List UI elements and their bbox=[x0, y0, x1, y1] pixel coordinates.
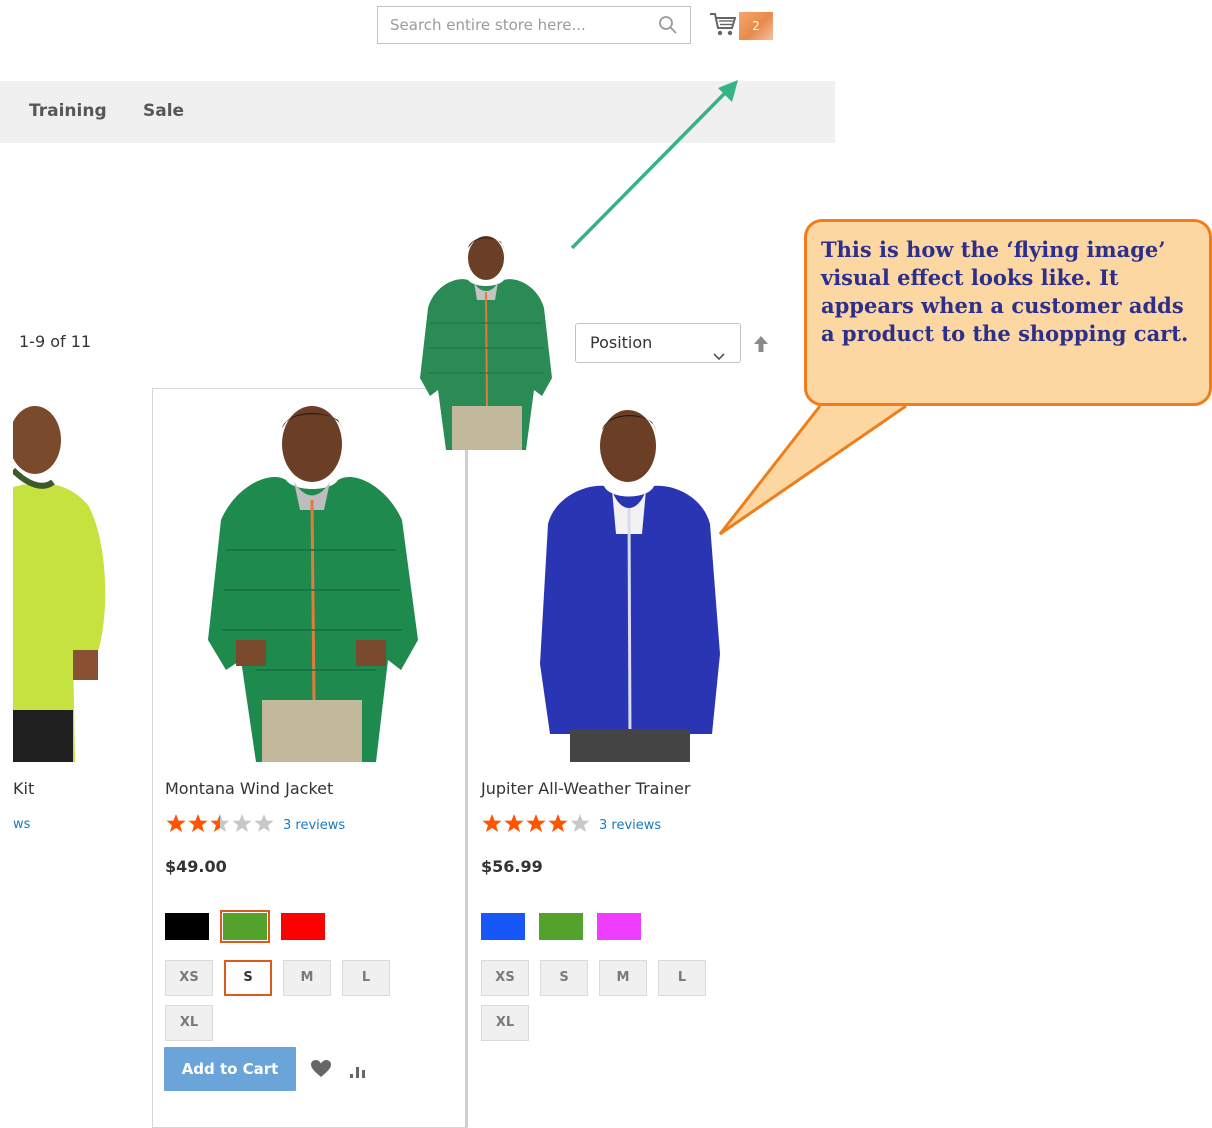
size-option-s[interactable]: S bbox=[224, 960, 272, 996]
star-icon bbox=[525, 813, 547, 837]
callout-pointer bbox=[718, 404, 907, 536]
product-rating: 3 reviews bbox=[165, 813, 345, 837]
star-icon bbox=[481, 813, 503, 837]
product-image[interactable] bbox=[520, 404, 730, 762]
sort-by-select[interactable]: Position bbox=[575, 323, 741, 363]
rating-stars bbox=[481, 813, 591, 837]
size-option-l[interactable]: L bbox=[342, 960, 390, 996]
size-option-l[interactable]: L bbox=[658, 960, 706, 996]
compare-icon[interactable] bbox=[348, 1061, 370, 1083]
rating-stars bbox=[165, 813, 275, 837]
cart-icon[interactable] bbox=[708, 10, 738, 42]
heart-icon[interactable] bbox=[310, 1059, 332, 1083]
reviews-link[interactable]: ws bbox=[13, 817, 30, 832]
product-price: $49.00 bbox=[165, 857, 227, 876]
nav-item-training[interactable]: Training bbox=[29, 101, 107, 121]
size-option-xs[interactable]: XS bbox=[165, 960, 213, 996]
search-icon[interactable] bbox=[658, 15, 678, 39]
product-name[interactable]: Montana Wind Jacket bbox=[165, 779, 333, 798]
size-option-m[interactable]: M bbox=[283, 960, 331, 996]
nav-item-sale[interactable]: Sale bbox=[143, 101, 184, 121]
product-name[interactable]: Jupiter All-Weather Trainer bbox=[481, 779, 690, 798]
size-option-xs[interactable]: XS bbox=[481, 960, 529, 996]
star-icon bbox=[503, 813, 525, 837]
star-icon bbox=[165, 813, 187, 837]
callout-text: This is how the ‘flying image’ visual ef… bbox=[821, 237, 1189, 346]
annotation-callout: This is how the ‘flying image’ visual ef… bbox=[804, 219, 1212, 406]
cart-count-badge[interactable]: 2 bbox=[739, 12, 773, 40]
reviews-link[interactable]: 3 reviews bbox=[599, 818, 661, 833]
color-swatch[interactable] bbox=[165, 913, 209, 940]
color-swatch[interactable] bbox=[481, 913, 525, 940]
flying-direction-arrow bbox=[570, 80, 738, 250]
size-option-s[interactable]: S bbox=[540, 960, 588, 996]
product-image[interactable] bbox=[13, 390, 133, 762]
star-icon bbox=[547, 813, 569, 837]
sort-selected-label: Position bbox=[590, 333, 653, 352]
product-price: $56.99 bbox=[481, 857, 543, 876]
search-box[interactable] bbox=[377, 6, 691, 44]
size-option-m[interactable]: M bbox=[599, 960, 647, 996]
color-swatch[interactable] bbox=[220, 910, 270, 943]
reviews-link[interactable]: 3 reviews bbox=[283, 818, 345, 833]
toolbar-amount: 1-9 of 11 bbox=[19, 332, 92, 351]
color-swatch[interactable] bbox=[539, 913, 583, 940]
star-icon bbox=[187, 813, 209, 837]
product-rating: 3 reviews bbox=[481, 813, 661, 837]
size-option-xl[interactable]: XL bbox=[165, 1005, 213, 1041]
flying-product-image bbox=[416, 228, 556, 450]
add-to-cart-button[interactable]: Add to Cart bbox=[164, 1047, 296, 1091]
size-option-xl[interactable]: XL bbox=[481, 1005, 529, 1041]
star-icon bbox=[231, 813, 253, 837]
product-name[interactable]: Kit bbox=[13, 779, 34, 798]
sort-arrow-up-icon[interactable] bbox=[752, 334, 770, 358]
star-icon bbox=[209, 813, 231, 837]
star-icon bbox=[569, 813, 591, 837]
product-image[interactable] bbox=[196, 400, 428, 762]
chevron-down-icon bbox=[712, 338, 726, 376]
color-swatch[interactable] bbox=[281, 913, 325, 940]
color-swatch[interactable] bbox=[597, 913, 641, 940]
search-input[interactable] bbox=[378, 7, 650, 43]
star-icon bbox=[253, 813, 275, 837]
